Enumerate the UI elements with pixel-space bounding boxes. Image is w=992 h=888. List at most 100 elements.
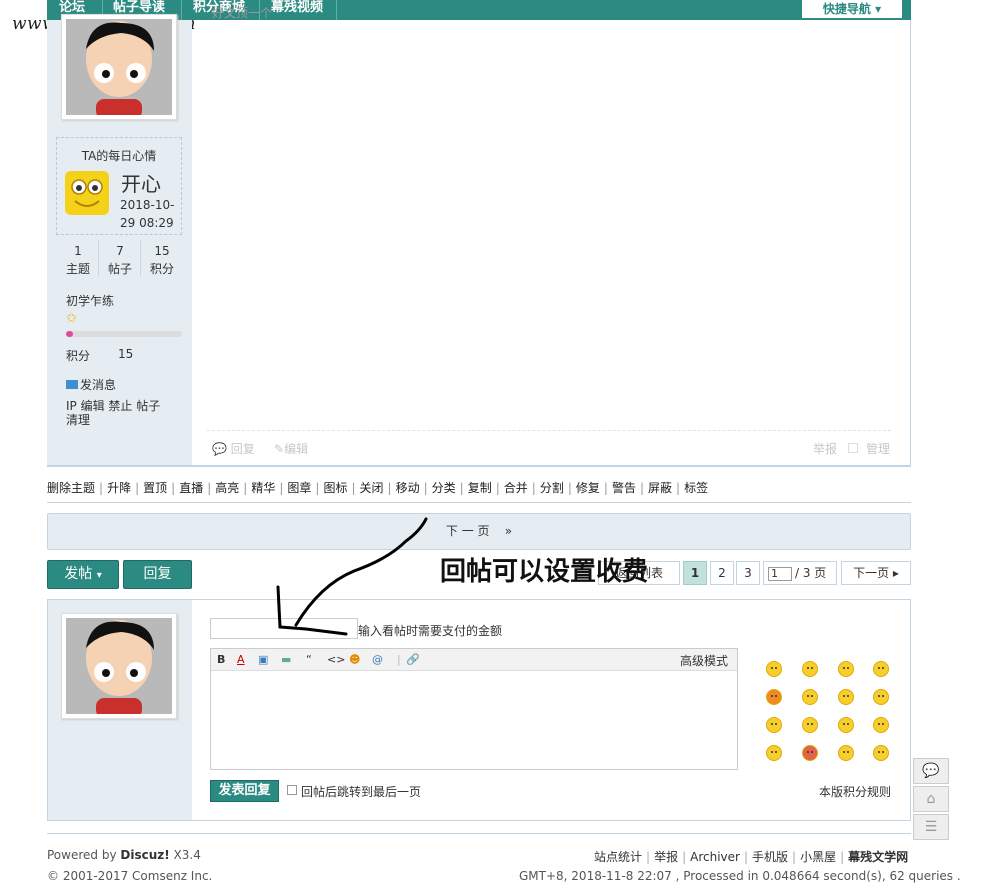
page-button[interactable]: 2 xyxy=(710,561,734,585)
footer-link[interactable]: 站点统计 xyxy=(594,850,642,864)
mod-action[interactable]: 升降 xyxy=(107,481,131,495)
product-link[interactable]: Discuz! xyxy=(120,848,169,862)
smiley-icon[interactable] xyxy=(766,717,782,733)
smiley-icon[interactable] xyxy=(873,661,889,677)
copyright[interactable]: © 2001-2017 Comsenz Inc. xyxy=(47,869,212,883)
mod-action[interactable]: 合并 xyxy=(504,481,528,495)
back-to-top-icon[interactable]: ⌂ xyxy=(913,786,949,812)
footer-link[interactable]: 小黑屋 xyxy=(800,850,836,864)
edit-link[interactable]: ✎编辑 xyxy=(274,440,308,457)
stat-value: 1 xyxy=(74,244,82,258)
smiley-icon[interactable] xyxy=(873,689,889,705)
smiley-icon[interactable] xyxy=(838,717,854,733)
jump-to-last-checkbox[interactable] xyxy=(287,785,297,795)
page-total: / 3 页 xyxy=(795,566,827,580)
manage-link[interactable]: 管理 xyxy=(866,440,890,457)
jump-to-last-label[interactable]: 回帖后跳转到最后一页 xyxy=(301,783,421,800)
footer-link-separator: | xyxy=(840,850,845,864)
stat-label: 主题 xyxy=(65,262,90,276)
code-icon[interactable]: <> xyxy=(327,652,345,668)
smiley-icon[interactable] xyxy=(802,745,818,761)
page-jump-input[interactable]: 1 xyxy=(768,566,792,581)
mod-action[interactable]: 分类 xyxy=(432,481,456,495)
reply-link[interactable]: 💬 回复 xyxy=(212,440,255,457)
mod-action[interactable]: 移动 xyxy=(396,481,420,495)
reply-avatar[interactable] xyxy=(61,613,177,719)
smiley-icon[interactable] xyxy=(766,661,782,677)
mod-action-separator: | xyxy=(423,481,428,495)
link-icon[interactable]: ▬ xyxy=(281,652,291,668)
smiley-icon[interactable] xyxy=(838,745,854,761)
server-info: GMT+8, 2018-11-8 22:07 , Processed in 0.… xyxy=(519,869,961,883)
attachment-icon[interactable]: 🔗 xyxy=(406,652,420,668)
stat-points[interactable]: 15 积分 xyxy=(139,242,185,278)
avatar[interactable] xyxy=(61,14,177,120)
smiley-icon[interactable] xyxy=(838,689,854,705)
mod-action[interactable]: 关闭 xyxy=(360,481,384,495)
star-icon: ✩ xyxy=(66,311,77,326)
manage-checkbox[interactable] xyxy=(848,443,858,453)
report-link[interactable]: 举报 xyxy=(813,440,837,457)
quick-nav-button[interactable]: 快捷导航 ▾ xyxy=(802,0,902,18)
mod-action[interactable]: 精华 xyxy=(251,481,275,495)
smiley-icon[interactable] xyxy=(766,689,782,705)
admin-links[interactable]: IP 编辑 禁止 帖子 清理 xyxy=(66,399,176,427)
mod-action[interactable]: 标签 xyxy=(684,481,708,495)
footer-link[interactable]: 手机版 xyxy=(752,850,788,864)
smiley-icon[interactable] xyxy=(873,745,889,761)
mod-action[interactable]: 修复 xyxy=(576,481,600,495)
reply-icon: 💬 xyxy=(212,442,231,456)
page-button-current[interactable]: 1 xyxy=(683,561,707,585)
new-post-button[interactable]: 发帖 ▾ xyxy=(47,560,119,589)
page-button[interactable]: 3 xyxy=(736,561,760,585)
send-message-link[interactable]: 发消息 xyxy=(66,376,116,393)
next-page-button[interactable]: 下一页 ▸ xyxy=(841,561,911,585)
bold-icon[interactable]: B xyxy=(217,652,225,668)
stat-threads[interactable]: 1 主题 xyxy=(55,242,101,278)
mod-action[interactable]: 图章 xyxy=(287,481,311,495)
mod-action[interactable]: 删除主题 xyxy=(47,481,95,495)
next-page-bar[interactable]: 下 一 页 » xyxy=(47,513,911,550)
mention-icon[interactable]: @ xyxy=(372,652,383,668)
smiley-icon[interactable] xyxy=(802,689,818,705)
mod-action[interactable]: 图标 xyxy=(323,481,347,495)
user-rank[interactable]: 初学乍练 xyxy=(66,292,114,309)
mod-action[interactable]: 直播 xyxy=(179,481,203,495)
stat-label: 帖子 xyxy=(107,262,132,276)
mod-action[interactable]: 置顶 xyxy=(143,481,167,495)
footer-link[interactable]: 举报 xyxy=(654,850,678,864)
image-icon[interactable]: ▣ xyxy=(258,652,268,668)
mod-action-separator: | xyxy=(207,481,212,495)
nav-item-video[interactable]: 幕残视频 xyxy=(271,0,323,20)
smiley-icon[interactable] xyxy=(802,661,818,677)
mod-action[interactable]: 分割 xyxy=(540,481,564,495)
submit-reply-button[interactable]: 发表回复 xyxy=(210,780,279,802)
smiley-icon[interactable]: ☻ xyxy=(349,652,360,668)
points-rules-link[interactable]: 本版积分规则 xyxy=(819,783,891,800)
footer-site-link[interactable]: 幕残文学网 xyxy=(848,850,908,864)
advanced-mode-link[interactable]: 高级模式 xyxy=(680,652,728,669)
moderation-actions: 删除主题 | 升降 | 置顶 | 直播 | 高亮 | 精华 | 图章 | 图标 | 关闭 | 移动 | 分类 | 复制 | 合并… xyxy=(47,479,708,496)
quick-reply-float-icon[interactable]: 💬 xyxy=(913,758,949,784)
mod-action[interactable]: 警告 xyxy=(612,481,636,495)
mod-action-separator: | xyxy=(459,481,464,495)
stat-posts[interactable]: 7 帖子 xyxy=(97,242,143,278)
stat-label: 积分 xyxy=(149,262,174,276)
mod-action[interactable]: 复制 xyxy=(468,481,492,495)
smiley-icon[interactable] xyxy=(838,661,854,677)
smiley-icon[interactable] xyxy=(873,717,889,733)
points-label: 积分 xyxy=(66,349,91,363)
mod-action[interactable]: 屏蔽 xyxy=(648,481,672,495)
list-view-icon[interactable]: ☰ xyxy=(913,814,949,840)
mod-action[interactable]: 高亮 xyxy=(215,481,239,495)
mood-happy-icon xyxy=(65,171,109,215)
smiley-icon[interactable] xyxy=(802,717,818,733)
chevron-down-icon: ▾ xyxy=(96,570,102,581)
annotation-text: 回帖可以设置收费 xyxy=(440,557,649,587)
quote-icon[interactable]: “ xyxy=(306,652,312,668)
mood-date: 2018-10-29 08:29 xyxy=(120,198,175,230)
footer-link[interactable]: Archiver xyxy=(690,850,740,864)
reply-button[interactable]: 回复 xyxy=(123,560,192,589)
smiley-icon[interactable] xyxy=(766,745,782,761)
font-color-icon[interactable]: A xyxy=(237,652,245,668)
